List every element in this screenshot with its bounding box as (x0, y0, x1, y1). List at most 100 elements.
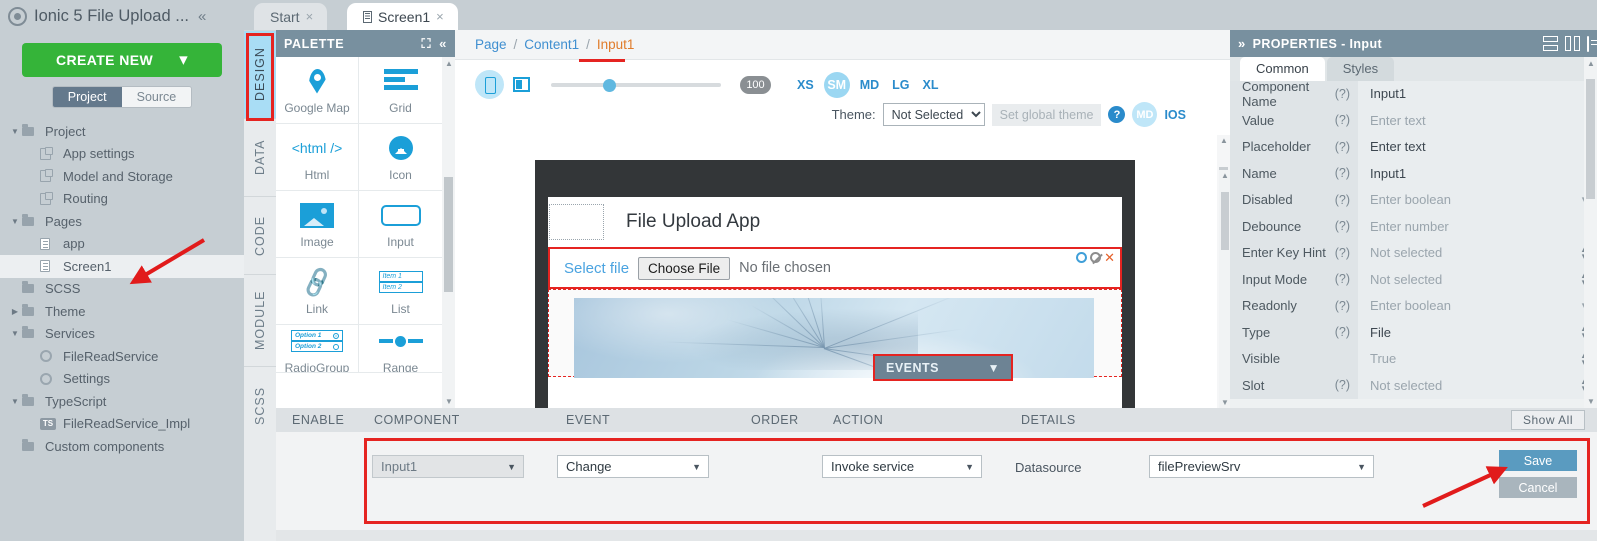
event-component-select[interactable]: Input1 ▼ (372, 455, 524, 478)
scroll-down-icon[interactable]: ▼ (445, 397, 453, 406)
help-hint-icon[interactable]: (?) (1335, 193, 1350, 207)
tab-common[interactable]: Common (1240, 57, 1325, 81)
tab-screen1[interactable]: Screen1 × (347, 3, 458, 30)
chevron-double-left-icon[interactable]: « (439, 36, 447, 51)
gear-icon[interactable] (1076, 252, 1087, 263)
rail-tab-design[interactable]: DESIGN (244, 30, 276, 118)
help-hint-icon[interactable]: (?) (1335, 378, 1350, 392)
breadcrumb-page[interactable]: Page (475, 37, 507, 52)
help-hint-icon[interactable]: (?) (1335, 140, 1350, 154)
scroll-thumb[interactable] (444, 177, 453, 292)
help-hint-icon[interactable]: (?) (1335, 272, 1350, 286)
property-value-name[interactable]: Input1 (1358, 160, 1597, 187)
palette-item-google-map[interactable]: Google Map (276, 57, 359, 124)
chevron-double-right-icon[interactable]: » (1238, 36, 1246, 51)
selected-input-component[interactable]: Select file Choose File No file chosen ✕ (548, 247, 1122, 289)
tree-item-settings[interactable]: Settings (0, 368, 244, 391)
disable-icon[interactable] (1090, 252, 1101, 263)
tree-item-app-settings[interactable]: App settings (0, 143, 244, 166)
palette-item-radiogroup[interactable]: Option 1 Option 2 RadioGroup (276, 325, 359, 373)
palette-scrollbar[interactable]: ▲ ▼ (442, 57, 455, 408)
tree-item-scss[interactable]: SCSS (0, 278, 244, 301)
help-hint-icon[interactable]: (?) (1335, 219, 1350, 233)
breakpoint-sm[interactable]: SM (824, 72, 850, 98)
create-new-button[interactable]: CREATE NEW ▾ (22, 43, 222, 77)
tab-styles[interactable]: Styles (1327, 57, 1394, 81)
phone-icon[interactable] (475, 70, 504, 99)
properties-scrollbar[interactable]: ▲ ▼ (1584, 57, 1597, 408)
scroll-up-icon[interactable]: ▲ (1220, 136, 1228, 145)
palette-item-html[interactable]: <html /> Html (276, 124, 359, 191)
property-value-input-mode[interactable]: Not selected▲▼ (1358, 266, 1597, 293)
property-value-readonly[interactable]: Enter boolean▼ (1358, 293, 1597, 320)
help-hint-icon[interactable]: (?) (1335, 87, 1350, 101)
property-value-debounce[interactable]: Enter number (1358, 213, 1597, 240)
help-hint-icon[interactable]: (?) (1335, 325, 1350, 339)
columns-layout-icon[interactable] (1565, 36, 1580, 51)
event-action-select[interactable]: Invoke service ▼ (822, 455, 982, 478)
tree-arrow-right-icon[interactable] (8, 307, 22, 316)
tab-source[interactable]: Source (122, 87, 192, 107)
scroll-up-icon[interactable]: ▲ (1587, 59, 1595, 68)
help-hint-icon[interactable]: (?) (1335, 113, 1350, 127)
zoom-slider[interactable] (551, 77, 721, 93)
tree-arrow-down-icon[interactable] (8, 127, 22, 136)
palette-item-range[interactable]: Range (359, 325, 442, 373)
tree-item-routing[interactable]: Routing (0, 188, 244, 211)
tree-item-typescript[interactable]: TypeScript (0, 390, 244, 413)
events-button[interactable]: EVENTS ▼ (873, 354, 1013, 381)
breadcrumb-content1[interactable]: Content1 (524, 37, 579, 52)
property-value-value[interactable]: Enter text (1358, 107, 1597, 134)
property-value-component-name[interactable]: Input1 (1358, 81, 1597, 108)
scroll-down-icon[interactable]: ▼ (1587, 397, 1595, 406)
slider-knob[interactable] (603, 79, 616, 92)
rail-tab-module[interactable]: MODULE (244, 274, 276, 366)
rows-layout-icon[interactable] (1543, 36, 1558, 51)
property-value-disabled[interactable]: Enter boolean▼ (1358, 187, 1597, 214)
scroll-thumb[interactable] (1586, 79, 1595, 199)
tree-item-model-and-storage[interactable]: Model and Storage (0, 165, 244, 188)
scroll-up-icon[interactable]: ▲ (1221, 171, 1229, 180)
set-global-theme-button[interactable]: Set global theme (992, 104, 1102, 126)
tree-item-pages[interactable]: Pages (0, 210, 244, 233)
save-button[interactable]: Save (1499, 450, 1577, 471)
breakpoint-md[interactable]: MD (857, 78, 882, 92)
breakpoint-xl[interactable]: XL (920, 78, 942, 92)
tree-item-filereadservice-impl[interactable]: TS FileReadService_Impl (0, 413, 244, 436)
tree-item-services[interactable]: Services (0, 323, 244, 346)
scroll-down-icon[interactable]: ▼ (1221, 398, 1229, 407)
tree-arrow-down-icon[interactable] (8, 329, 22, 338)
tree-item-app[interactable]: app (0, 233, 244, 256)
theme-select[interactable]: Not Selected (883, 103, 985, 126)
question-icon[interactable]: ? (1108, 106, 1125, 123)
property-value-slot[interactable]: Not selected▲▼ (1358, 372, 1597, 399)
palette-item-image[interactable]: Image (276, 191, 359, 258)
collapse-left-panel-icon[interactable]: « (198, 8, 206, 25)
ios-mode-label[interactable]: IOS (1164, 108, 1186, 122)
tree-arrow-down-icon[interactable] (8, 217, 22, 226)
rail-tab-code[interactable]: CODE (244, 196, 276, 274)
tree-item-screen1[interactable]: Screen1 (0, 255, 244, 278)
breakpoint-xs[interactable]: XS (794, 78, 817, 92)
palette-item-list[interactable]: Item 1 Item 2 List (359, 258, 442, 325)
tab-project[interactable]: Project (53, 87, 122, 107)
help-hint-icon[interactable]: (?) (1335, 246, 1350, 260)
palette-item-icon[interactable]: Icon (359, 124, 442, 191)
palette-item-input[interactable]: Input (359, 191, 442, 258)
expand-icon[interactable]: ⛶ (421, 36, 431, 52)
tree-item-custom-components[interactable]: Custom components (0, 435, 244, 458)
breadcrumb-input1[interactable]: Input1 (597, 37, 635, 52)
tree-arrow-down-icon[interactable] (8, 397, 22, 406)
scroll-up-icon[interactable]: ▲ (445, 59, 453, 68)
image-preview-zone[interactable]: EVENTS ▼ (548, 289, 1122, 377)
property-value-visible[interactable]: True▲▼ (1358, 346, 1597, 373)
property-value-placeholder[interactable]: Enter text (1358, 134, 1597, 161)
folder-layout-icon[interactable] (1587, 37, 1589, 51)
show-all-button[interactable]: Show All (1511, 410, 1585, 430)
tree-item-filereadservice[interactable]: FileReadService (0, 345, 244, 368)
cancel-button[interactable]: Cancel (1499, 477, 1577, 498)
rail-tab-data[interactable]: DATA (244, 118, 276, 196)
help-hint-icon[interactable]: (?) (1335, 166, 1350, 180)
choose-file-button[interactable]: Choose File (638, 257, 730, 280)
property-value-type[interactable]: File▲▼ (1358, 319, 1597, 346)
